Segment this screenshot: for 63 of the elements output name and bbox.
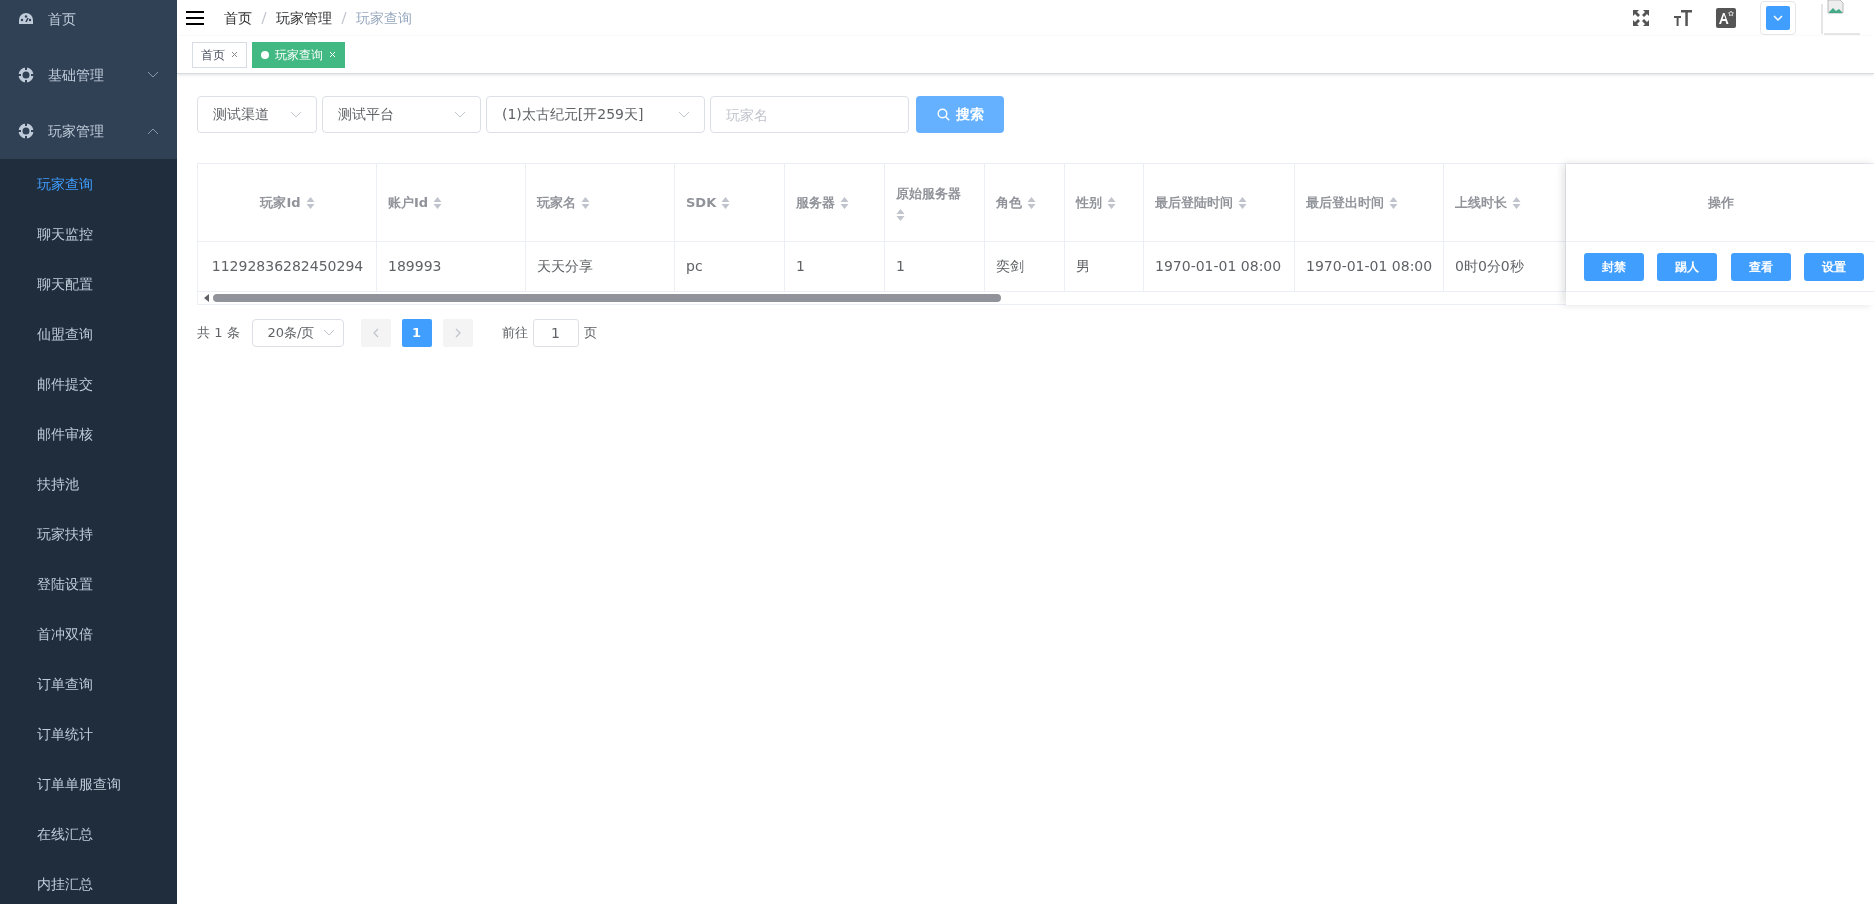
sort-icon [305,196,315,209]
select-field[interactable]: 测试渠道 [197,96,317,133]
scroll-left-icon[interactable] [204,294,210,302]
separator-icon [261,12,267,24]
table-cell: 天天分享 [526,242,675,292]
sort-icon [1238,196,1247,209]
sort-icon [840,196,849,209]
sort-icon [433,196,443,209]
translate-icon[interactable] [1716,8,1736,28]
separator-icon [341,12,347,24]
table-cell: 11292836282450294 [198,242,377,292]
fullscreen-icon[interactable] [1632,9,1650,27]
menu-item[interactable]: 首页 [0,0,177,47]
sort-icon [1389,196,1398,209]
status-dot [261,50,269,59]
chevron-icon [454,110,466,119]
sort-icon [1512,196,1521,209]
total-count: 共 1 条 [197,324,240,343]
ring-icon [18,67,34,83]
table-cell: pc [675,242,785,292]
font-size-icon[interactable] [1674,9,1692,27]
ring-icon [18,123,34,139]
table-cell: 189993 [377,242,526,292]
sort-icon [581,196,590,209]
broken-image-icon [1820,0,1860,36]
chevron-icon [147,71,159,79]
sort-icon [721,196,731,209]
column-header: 操作 [1566,164,1874,242]
size-dropdown[interactable] [1760,1,1796,35]
menu-item[interactable]: 玩家管理 [0,103,177,159]
dashboard-icon [18,12,34,26]
menu-icon[interactable] [186,10,204,26]
tab[interactable]: 首页 [192,41,247,68]
page-size-select[interactable]: 20条/页 [251,319,344,347]
select-field[interactable]: 测试平台 [322,96,481,133]
sort-icon [896,208,905,221]
table-cell: 奕剑 [985,242,1065,292]
goto-label: 前往 [501,324,528,343]
table-cell: 1 [785,242,885,292]
chevron-icon [147,127,159,135]
page-suffix: 页 [583,324,597,343]
chevron-icon [290,110,302,119]
table-cell: 1970-01-01 08:00 [1144,242,1295,292]
breadcrumb-item: 玩家查询 [356,8,412,28]
menu-item[interactable]: 基础管理 [0,47,177,103]
select-field[interactable]: (1)太古纪元[开259天] [486,96,705,133]
table-cell: 1 [885,242,985,292]
sort-icon [1027,196,1036,209]
search-icon [936,108,950,121]
table-cell: 男 [1065,242,1144,292]
chevron-left-icon [372,328,379,338]
scrollbar-thumb[interactable] [213,294,1001,302]
chevron-right-icon [454,328,461,338]
breadcrumb-item[interactable]: 首页 [224,7,252,29]
breadcrumb-item[interactable]: 玩家管理 [276,7,332,29]
chevron-icon [678,110,690,119]
chevron-icon [322,329,335,337]
page-input[interactable]: 1 [532,319,579,347]
input-field[interactable]: 玩家名 [710,96,909,133]
close-icon[interactable] [231,51,238,58]
caret-icon [1766,6,1790,30]
sort-icon [1107,196,1116,209]
table-cell: 1970-01-01 08:00 [1295,242,1444,292]
